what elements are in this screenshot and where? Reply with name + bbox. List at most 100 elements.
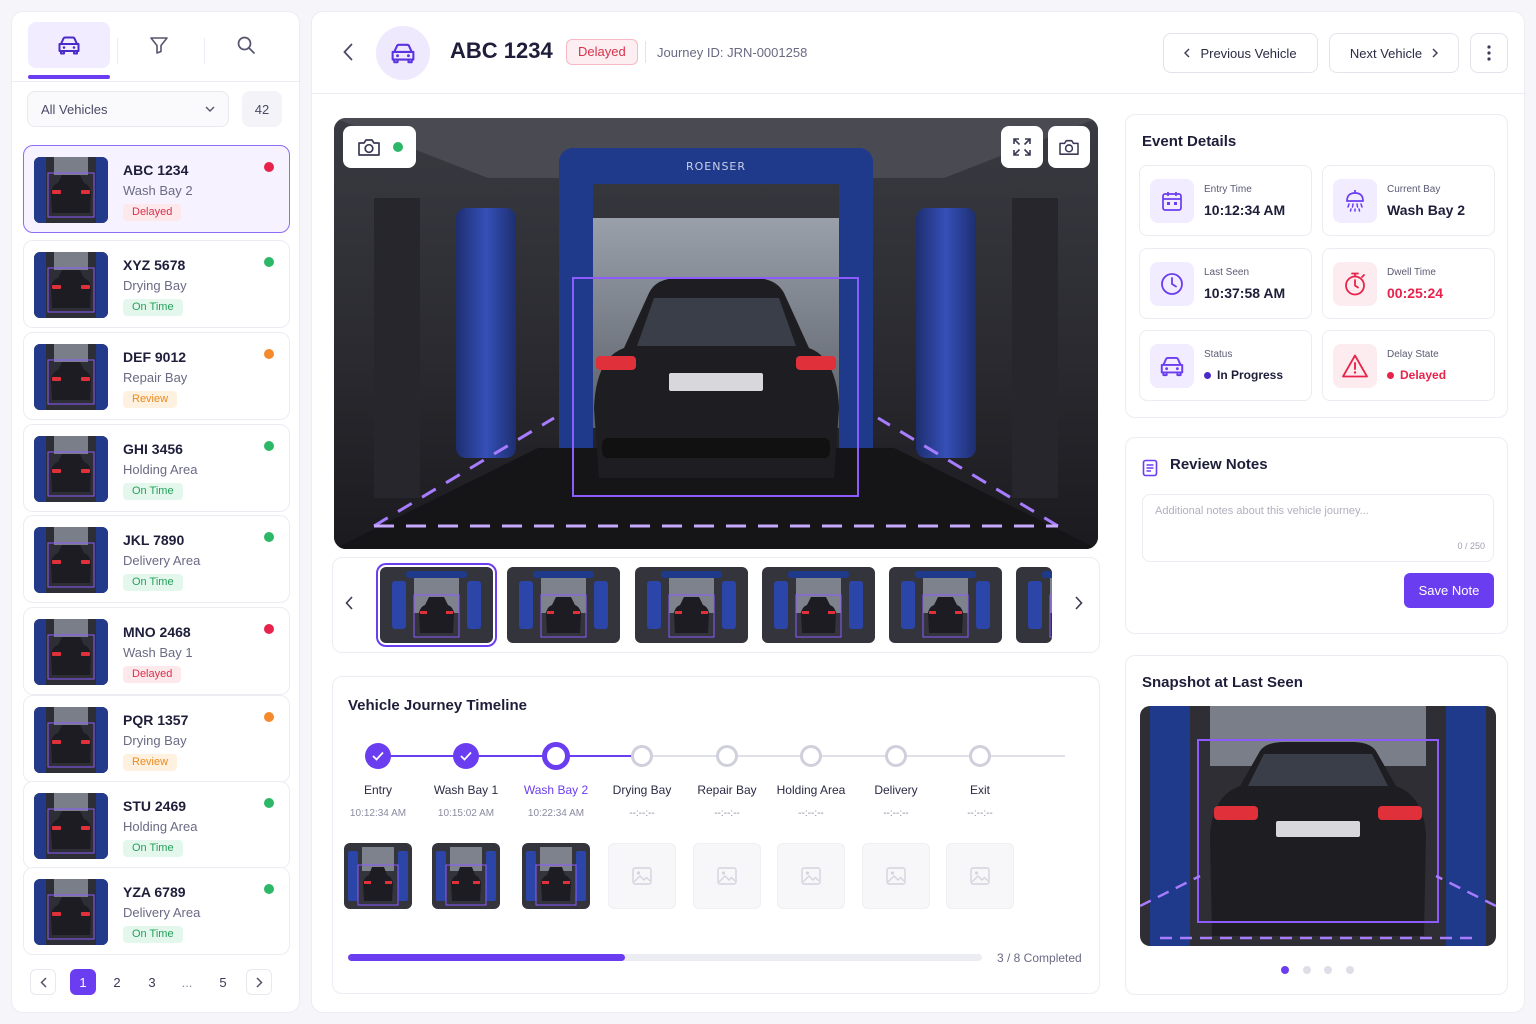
timeline-stage-image[interactable] [432, 843, 500, 909]
vehicle-sidebar: All Vehicles 42 ABC 1234 Wash Bay 2 Delaye… [11, 11, 301, 1013]
camera-brand-text: ROENSER [686, 160, 746, 173]
back-button[interactable] [336, 38, 360, 66]
journey-id: Journey ID: JRN-0001258 [657, 45, 808, 60]
timeline-image-placeholder [693, 843, 761, 909]
vehicle-thumbnail [34, 344, 108, 410]
detail-header: ABC 1234 Delayed Journey ID: JRN-0001258… [312, 12, 1526, 94]
page-button-2[interactable]: 2 [104, 969, 130, 995]
previous-vehicle-label: Previous Vehicle [1200, 45, 1297, 61]
timeline-stage-label: Wash Bay 1 [433, 783, 499, 797]
carousel-dot[interactable] [1324, 966, 1332, 974]
timeline-node[interactable] [365, 743, 391, 769]
timeline-node[interactable] [800, 745, 822, 767]
strip-prev-button[interactable] [345, 596, 353, 615]
timeline-image-placeholder [946, 843, 1014, 909]
page-button-5[interactable]: 5 [210, 969, 236, 995]
vehicle-list-item[interactable]: XYZ 5678 Drying Bay On Time [23, 240, 290, 328]
vehicle-thumbnail [34, 436, 108, 502]
vehicle-list-item[interactable]: GHI 3456 Holding Area On Time [23, 424, 290, 512]
timeline-node[interactable] [885, 745, 907, 767]
vehicle-status-dot [264, 257, 274, 267]
vehicle-filter-select[interactable]: All Vehicles [27, 91, 229, 127]
carousel-dot[interactable] [1281, 966, 1289, 974]
event-details-title: Event Details [1142, 133, 1237, 150]
event-detail-label: Delay State [1387, 349, 1439, 360]
more-options-button[interactable] [1470, 33, 1508, 73]
carousel-dot[interactable] [1303, 966, 1311, 974]
strip-next-button[interactable] [1075, 596, 1083, 615]
event-detail-item: Delay State Delayed [1322, 330, 1495, 401]
vehicle-status-badge: On Time [123, 574, 183, 591]
vehicle-list-item[interactable]: PQR 1357 Drying Bay Review [23, 695, 290, 783]
event-detail-item: Dwell Time 00:25:24 [1322, 248, 1495, 319]
vehicle-location: Drying Bay [123, 278, 187, 293]
timeline-node[interactable] [542, 742, 570, 770]
vehicle-list-item[interactable]: MNO 2468 Wash Bay 1 Delayed [23, 607, 290, 695]
vehicle-thumbnail [34, 793, 108, 859]
frame-thumbnail[interactable] [376, 563, 497, 647]
timeline-stage-image[interactable] [522, 843, 590, 909]
event-detail-value: In Progress [1217, 368, 1284, 382]
tab-vehicles[interactable] [28, 22, 110, 68]
vehicle-list-item[interactable]: DEF 9012 Repair Bay Review [23, 332, 290, 420]
vehicle-status-badge: On Time [123, 840, 183, 857]
vehicle-status-dot [264, 441, 274, 451]
vehicle-plate: GHI 3456 [123, 441, 183, 457]
previous-vehicle-button[interactable]: Previous Vehicle [1163, 33, 1318, 73]
timeline-node[interactable] [969, 745, 991, 767]
frame-thumbnail[interactable] [635, 567, 748, 643]
frame-thumbnail[interactable] [1016, 567, 1052, 643]
capture-snapshot-button[interactable] [1048, 126, 1090, 168]
page-button-1[interactable]: 1 [70, 969, 96, 995]
next-vehicle-button[interactable]: Next Vehicle [1329, 33, 1459, 73]
vehicle-list-item[interactable]: YZA 6789 Delivery Area On Time [23, 867, 290, 955]
image-icon [970, 867, 990, 885]
chevron-left-icon [343, 43, 353, 61]
vehicle-list-item[interactable]: ABC 1234 Wash Bay 2 Delayed [23, 145, 290, 233]
vehicle-status-badge: On Time [123, 299, 183, 316]
vehicle-status-badge: Review [123, 754, 178, 771]
camera-icon [1059, 139, 1079, 155]
frame-thumbnail[interactable] [762, 567, 875, 643]
review-notes-textarea[interactable]: Additional notes about this vehicle jour… [1142, 494, 1494, 562]
snapshot-card: Snapshot at Last Seen [1125, 655, 1508, 995]
vehicle-count: 42 [242, 91, 282, 127]
vehicle-status-dot [264, 712, 274, 722]
timeline-stage-image[interactable] [344, 843, 412, 909]
timeline-stage-time: 10:12:34 AM [349, 808, 407, 819]
snapshot-image[interactable] [1140, 706, 1496, 946]
save-note-button[interactable]: Save Note [1404, 573, 1494, 608]
frame-thumbnail[interactable] [507, 567, 620, 643]
timeline-track [378, 755, 1065, 757]
page-button-3[interactable]: 3 [139, 969, 165, 995]
event-detail-value: Delayed [1400, 368, 1447, 382]
filter-icon [150, 37, 168, 54]
tab-search[interactable] [205, 22, 287, 68]
page-prev-button[interactable] [30, 969, 56, 995]
journey-timeline: Vehicle Journey Timeline Entry 10:12:34 A… [332, 676, 1100, 994]
timeline-node[interactable] [453, 743, 479, 769]
page-next-button[interactable] [246, 969, 272, 995]
carousel-dot[interactable] [1346, 966, 1354, 974]
vehicle-plate: ABC 1234 [123, 162, 189, 178]
vehicle-list-item[interactable]: JKL 7890 Delivery Area On Time [23, 515, 290, 603]
camera-live-chip[interactable] [343, 126, 416, 168]
event-detail-label: Entry Time [1204, 184, 1252, 195]
timeline-stage-label: Exit [969, 783, 990, 797]
vehicle-list-item[interactable]: STU 2469 Holding Area On Time [23, 781, 290, 869]
warning-icon [1333, 344, 1377, 388]
check-icon [372, 751, 384, 761]
frame-thumbnail[interactable] [889, 567, 1002, 643]
tab-filter[interactable] [118, 22, 200, 68]
timeline-node[interactable] [716, 745, 738, 767]
timeline-progress-text: 3 / 8 Completed [997, 951, 1082, 965]
check-icon [460, 751, 472, 761]
chevron-right-icon [1432, 48, 1439, 58]
fullscreen-button[interactable] [1001, 126, 1043, 168]
event-detail-item: Last Seen 10:37:58 AM [1139, 248, 1312, 319]
event-detail-value: 00:25:24 [1387, 285, 1444, 301]
page-ellipsis: ... [181, 974, 193, 990]
timeline-node[interactable] [631, 745, 653, 767]
timeline-progress-fill [348, 954, 626, 961]
chevron-right-icon [255, 976, 263, 988]
